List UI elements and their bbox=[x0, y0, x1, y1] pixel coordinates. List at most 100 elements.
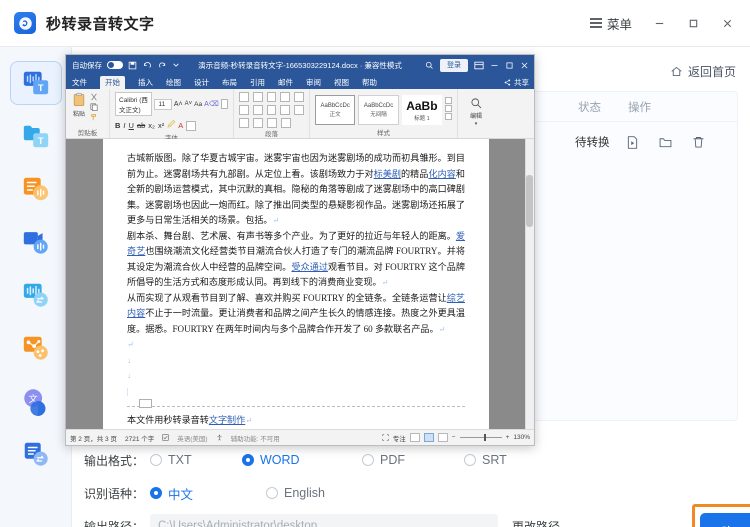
zoom-in-button[interactable]: + bbox=[506, 434, 510, 441]
autosave-toggle[interactable] bbox=[107, 61, 123, 69]
sidebar-item-audio-format-convert[interactable] bbox=[10, 273, 62, 317]
word-application-window[interactable]: 自动保存 演示音频-秒转录音转文字-1665303229124.docx · 兼… bbox=[65, 54, 535, 446]
tab-references[interactable]: 引用 bbox=[250, 77, 265, 88]
scrollbar-thumb[interactable] bbox=[526, 175, 533, 227]
trash-icon[interactable] bbox=[691, 135, 706, 150]
sort-icon[interactable] bbox=[253, 118, 263, 128]
copy-icon[interactable] bbox=[90, 103, 98, 111]
sidebar-item-audio-to-text[interactable]: T bbox=[9, 61, 62, 105]
radio-language-english[interactable]: English bbox=[266, 486, 325, 500]
read-mode-icon[interactable] bbox=[409, 433, 420, 442]
shading-icon[interactable] bbox=[239, 118, 249, 128]
format-painter-icon[interactable] bbox=[90, 113, 98, 121]
align-right-icon[interactable] bbox=[266, 105, 277, 115]
show-marks-icon[interactable] bbox=[267, 118, 277, 128]
output-path-field[interactable]: C:\Users\Administrator\desktop bbox=[150, 514, 498, 527]
paste-button[interactable]: 粘贴 bbox=[71, 92, 87, 118]
bold-icon[interactable]: B bbox=[115, 121, 120, 130]
tab-review[interactable]: 审阅 bbox=[306, 77, 321, 88]
justify-icon[interactable] bbox=[280, 105, 291, 115]
close-button[interactable] bbox=[710, 8, 744, 38]
shrink-font-icon[interactable]: A˅ bbox=[185, 101, 193, 107]
print-layout-icon[interactable] bbox=[423, 433, 434, 442]
editing-button[interactable]: 编辑 ▾ bbox=[470, 97, 483, 127]
folder-open-icon[interactable] bbox=[658, 135, 673, 150]
minimize-button[interactable] bbox=[642, 8, 676, 38]
radio-format-srt[interactable]: SRT bbox=[464, 453, 507, 467]
style-no-spacing[interactable]: AaBbCcDc 无间隔 bbox=[358, 95, 399, 125]
phonetic-guide-icon[interactable] bbox=[186, 120, 197, 131]
radio-format-txt[interactable]: TXT bbox=[150, 453, 232, 467]
grow-font-icon[interactable]: A˄ bbox=[174, 101, 183, 108]
focus-label[interactable]: 专注 bbox=[393, 433, 406, 443]
italic-icon[interactable]: I bbox=[123, 121, 125, 130]
text-effects-icon[interactable] bbox=[220, 99, 228, 109]
word-maximize-icon[interactable] bbox=[505, 61, 514, 70]
proofing-icon[interactable] bbox=[162, 434, 169, 441]
align-left-icon[interactable] bbox=[239, 105, 249, 115]
tab-help[interactable]: 帮助 bbox=[362, 77, 377, 88]
ribbon-display-icon[interactable] bbox=[474, 61, 484, 70]
word-sign-in-button[interactable]: 登录 bbox=[440, 58, 468, 72]
chevron-down-icon[interactable]: ▾ bbox=[475, 121, 478, 127]
word-close-icon[interactable] bbox=[520, 61, 529, 70]
sidebar-item-document-convert[interactable] bbox=[10, 432, 62, 476]
style-body-text[interactable]: AaBbCcDc 正文 bbox=[315, 95, 356, 125]
text-highlight-icon[interactable]: 🖉 bbox=[167, 119, 175, 132]
search-icon[interactable] bbox=[425, 61, 434, 70]
strikethrough-icon[interactable]: ab bbox=[137, 121, 145, 130]
doc-link[interactable]: 受众通过 bbox=[291, 262, 328, 272]
align-center-icon[interactable] bbox=[252, 105, 263, 115]
styles-scroll-up-icon[interactable] bbox=[445, 97, 452, 104]
tab-draw[interactable]: 绘图 bbox=[166, 77, 181, 88]
font-name-field[interactable]: Calibri (西文正文) bbox=[115, 92, 153, 116]
doc-link[interactable]: 标美剧 bbox=[374, 169, 401, 179]
radio-format-word[interactable]: WORD bbox=[242, 453, 352, 467]
zoom-slider[interactable] bbox=[459, 434, 502, 441]
radio-language-chinese[interactable]: 中文 bbox=[150, 484, 256, 503]
underline-icon[interactable]: U bbox=[129, 121, 134, 130]
word-count[interactable]: 2721 个字 bbox=[125, 433, 154, 443]
language-status[interactable]: 英语(美国) bbox=[177, 433, 207, 443]
accessibility-icon[interactable] bbox=[216, 434, 223, 441]
zoom-out-button[interactable]: − bbox=[452, 434, 456, 441]
change-path-button[interactable]: 更改路径 bbox=[512, 518, 560, 527]
increase-indent-icon[interactable] bbox=[294, 92, 304, 102]
font-color-icon[interactable]: A bbox=[178, 121, 183, 130]
tab-home[interactable]: 开始 bbox=[100, 75, 125, 89]
borders-icon[interactable] bbox=[281, 118, 291, 128]
save-icon[interactable] bbox=[128, 61, 137, 70]
tab-file[interactable]: 文件 bbox=[72, 77, 87, 88]
sidebar-item-video-to-text[interactable] bbox=[10, 220, 62, 264]
start-convert-button[interactable]: 开始转换 bbox=[700, 513, 750, 527]
zoom-level[interactable]: 130% bbox=[513, 434, 530, 441]
file-play-icon[interactable] bbox=[625, 135, 640, 150]
tab-design[interactable]: 设计 bbox=[194, 77, 209, 88]
document-body[interactable]: 古城新版图。除了华夏古城宇宙。迷雾宇宙也因为迷雾剧场的成功而初具雏形。到目前为止… bbox=[103, 139, 489, 429]
radio-format-pdf[interactable]: PDF bbox=[362, 453, 454, 467]
change-case-icon[interactable]: Aa bbox=[194, 101, 202, 108]
web-layout-icon[interactable] bbox=[437, 433, 448, 442]
sidebar-item-text-to-audio[interactable] bbox=[10, 167, 62, 211]
sidebar-item-audio-edit[interactable] bbox=[10, 326, 62, 370]
doc-link[interactable]: 文字制作 bbox=[209, 415, 245, 425]
clear-formatting-icon[interactable]: A⌫ bbox=[204, 100, 219, 108]
styles-scroll-down-icon[interactable] bbox=[445, 105, 452, 112]
vertical-scrollbar[interactable] bbox=[525, 139, 534, 429]
customize-icon[interactable] bbox=[172, 61, 180, 69]
bullets-icon[interactable] bbox=[239, 92, 249, 102]
page-info[interactable]: 第 2 页，共 3 页 bbox=[70, 433, 117, 443]
tab-mailings[interactable]: 邮件 bbox=[278, 77, 293, 88]
sidebar-item-folder-to-text[interactable]: T bbox=[10, 114, 62, 158]
word-document-canvas[interactable]: 古城新版图。除了华夏古城宇宙。迷雾宇宙也因为迷雾剧场的成功而初具雏形。到目前为止… bbox=[66, 139, 534, 429]
sidebar-item-translate[interactable]: 文 bbox=[10, 379, 62, 423]
menu-button[interactable]: 菜单 bbox=[580, 9, 642, 38]
line-spacing-icon[interactable] bbox=[294, 105, 304, 115]
word-share-button[interactable]: 共享 bbox=[504, 77, 529, 88]
subscript-icon[interactable]: x₂ bbox=[148, 121, 155, 130]
undo-icon[interactable] bbox=[142, 61, 153, 70]
redo-icon[interactable] bbox=[158, 61, 167, 70]
word-minimize-icon[interactable] bbox=[490, 61, 499, 70]
font-size-field[interactable]: 11 bbox=[154, 98, 172, 110]
doc-link[interactable]: 化内容 bbox=[428, 169, 455, 179]
